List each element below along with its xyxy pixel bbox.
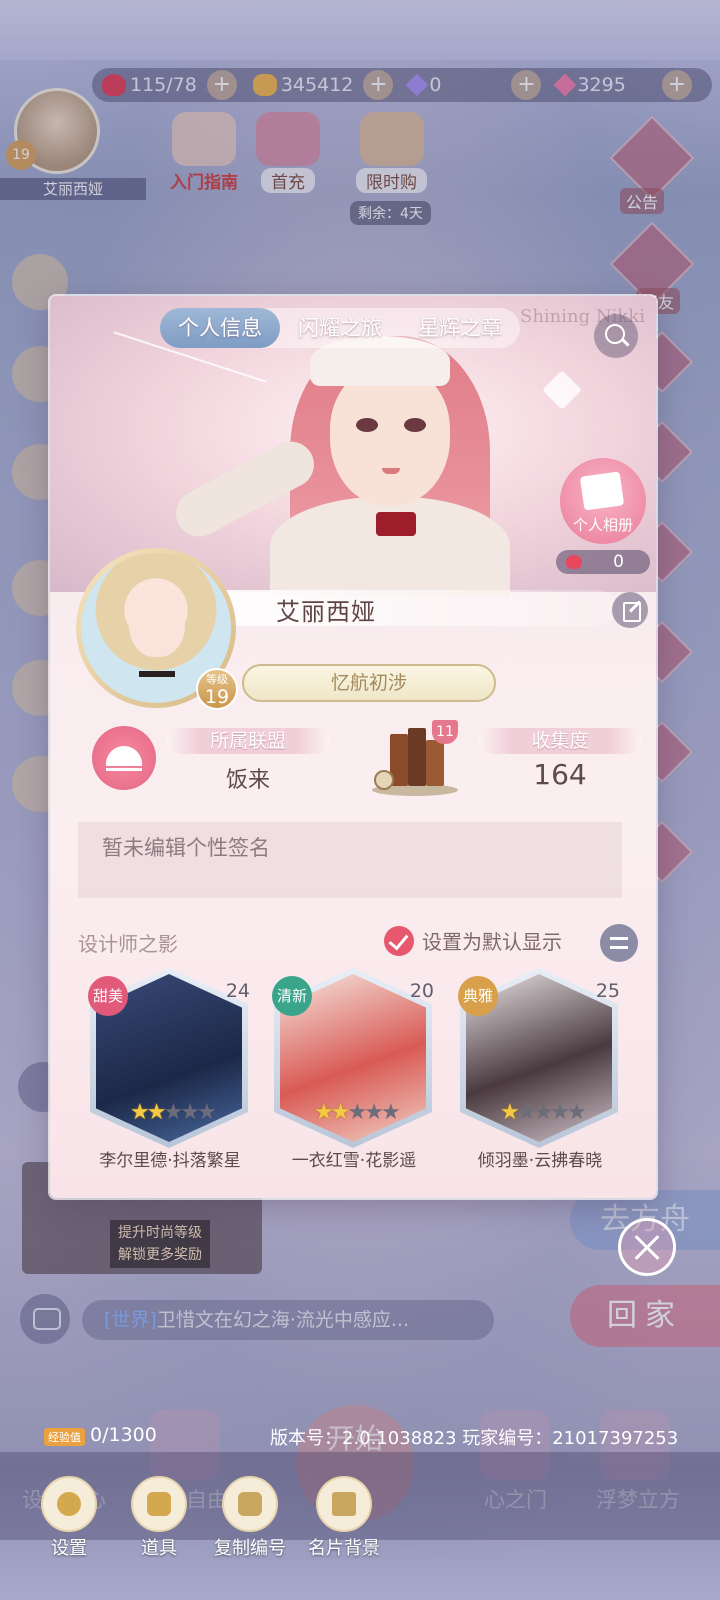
star-filled-icon: ★ — [314, 1100, 334, 1125]
designer-level: 25 — [595, 980, 620, 1002]
designer-name: 一衣红雪·花影遥 — [291, 1151, 417, 1171]
tab-starlight-chapter[interactable]: 星辉之章 — [400, 308, 520, 348]
likes-counter[interactable]: 0 — [556, 550, 650, 574]
level-badge: 等级 19 — [196, 668, 238, 710]
hero-character-illustration — [167, 316, 550, 596]
signature-box[interactable]: 暂未编辑个性签名 — [78, 822, 622, 898]
collection-books-icon[interactable]: 11 — [372, 720, 458, 796]
swap-icon[interactable] — [600, 924, 638, 962]
style-tag: 甜美 — [88, 976, 128, 1016]
gear-icon — [41, 1476, 97, 1532]
designer-level: 20 — [409, 980, 434, 1002]
personal-album-button[interactable]: 个人相册 — [560, 458, 646, 544]
items-label: 道具 — [141, 1538, 177, 1559]
star-empty-icon: ★ — [566, 1100, 587, 1125]
star-empty-icon: ★ — [180, 1100, 200, 1125]
star-empty-icon: ★ — [163, 1100, 183, 1125]
card-background-label: 名片背景 — [308, 1538, 380, 1559]
search-icon[interactable] — [594, 314, 638, 358]
star-filled-icon: ★ — [146, 1100, 167, 1125]
designer-card[interactable]: ★★★★★ 甜美 24 — [88, 968, 250, 1148]
style-tag: 典雅 — [458, 976, 498, 1016]
collection-label: 收集度 — [478, 728, 642, 754]
tab-personal-info[interactable]: 个人信息 — [160, 308, 280, 348]
likes-value: 0 — [613, 552, 624, 572]
items-button[interactable]: 道具 — [126, 1476, 192, 1560]
star-rating: ★★★★★ — [500, 1100, 587, 1125]
copy-icon — [222, 1476, 278, 1532]
designer-level: 24 — [225, 980, 250, 1002]
star-empty-icon: ★ — [364, 1100, 384, 1125]
star-filled-icon: ★ — [500, 1100, 520, 1125]
star-filled-icon: ★ — [330, 1100, 351, 1125]
default-display-checkbox[interactable] — [384, 926, 414, 956]
tab-shining-journey[interactable]: 闪耀之旅 — [280, 308, 400, 348]
star-empty-icon: ★ — [533, 1100, 553, 1125]
heart-icon — [566, 555, 582, 569]
star-empty-icon: ★ — [196, 1100, 217, 1125]
card-background-button[interactable]: 名片背景 — [300, 1476, 388, 1560]
profile-card: Shining Nikki 个人信息 闪耀之旅 星辉之章 个人相册 0 艾丽西娅… — [50, 296, 656, 1198]
designer-name: 李尔里德·抖落繁星 — [99, 1151, 241, 1171]
version-info: 版本号：2.0.1038823 玩家编号：21017397253 — [270, 1428, 679, 1449]
settings-label: 设置 — [51, 1538, 87, 1559]
player-title[interactable]: 忆航初涉 — [242, 664, 496, 702]
settings-button[interactable]: 设置 — [36, 1476, 102, 1560]
exp-tag: 经验值 — [44, 1428, 85, 1446]
collection-value: 164 — [533, 758, 587, 791]
alliance-label: 所属联盟 — [166, 728, 330, 754]
id-card-icon — [316, 1476, 372, 1532]
designer-shadow-title: 设计师之影 — [78, 932, 178, 956]
star-empty-icon: ★ — [380, 1100, 401, 1125]
designer-card[interactable]: ★★★★★ 典雅 25 — [458, 968, 620, 1148]
edit-icon[interactable] — [612, 592, 648, 628]
star-empty-icon: ★ — [347, 1100, 367, 1125]
exp-value: 0/1300 — [90, 1424, 157, 1446]
profile-tabs: 个人信息 闪耀之旅 星辉之章 — [160, 308, 520, 348]
designer-name: 倾羽墨·云拂春晓 — [477, 1151, 603, 1171]
default-display-label: 设置为默认显示 — [422, 930, 562, 954]
star-empty-icon: ★ — [516, 1100, 537, 1125]
alliance-value: 饭来 — [225, 768, 270, 793]
album-icon — [579, 471, 625, 511]
star-rating: ★★★★★ — [130, 1100, 217, 1125]
star-empty-icon: ★ — [550, 1100, 570, 1125]
designer-card[interactable]: ★★★★★ 清新 20 — [272, 968, 434, 1148]
player-name: 艾丽西娅 — [276, 598, 376, 626]
books-badge: 11 — [432, 720, 458, 744]
close-icon[interactable] — [618, 1218, 676, 1276]
star-filled-icon: ★ — [130, 1100, 150, 1125]
level-value: 19 — [204, 686, 230, 708]
level-label: 等级 — [206, 673, 228, 686]
pocket-watch-icon — [374, 770, 394, 790]
album-label: 个人相册 — [572, 516, 633, 534]
style-tag: 清新 — [272, 976, 312, 1016]
bag-icon — [131, 1476, 187, 1532]
star-rating: ★★★★★ — [314, 1100, 401, 1125]
alliance-fan-icon[interactable] — [92, 726, 156, 790]
copy-id-label: 复制编号 — [214, 1538, 286, 1559]
copy-id-button[interactable]: 复制编号 — [206, 1476, 294, 1560]
